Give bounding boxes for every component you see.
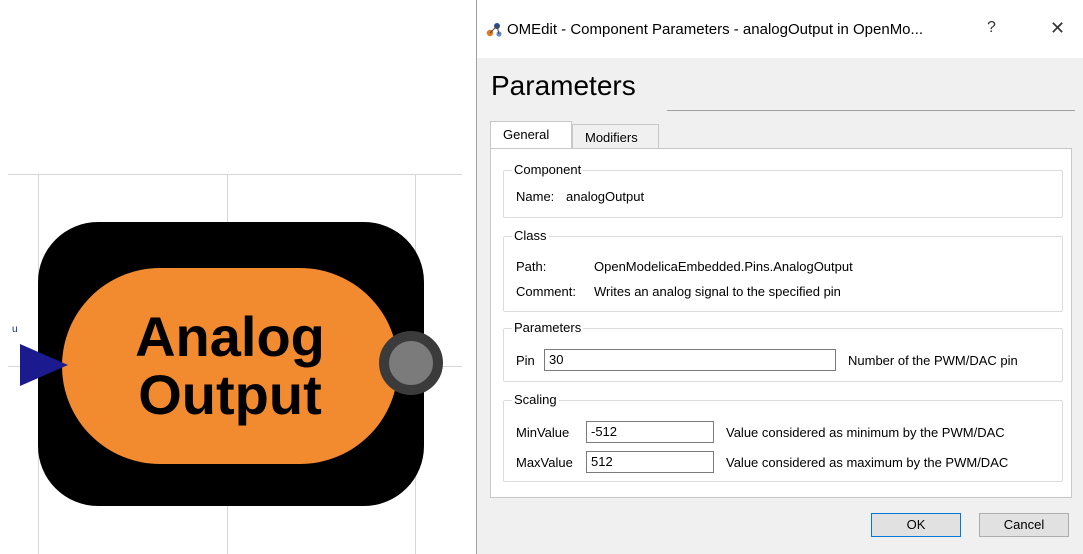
class-group-title: Class — [512, 228, 549, 243]
help-icon[interactable]: ? — [987, 19, 996, 37]
cancel-button[interactable]: Cancel — [979, 513, 1069, 537]
output-port-icon[interactable] — [379, 331, 443, 395]
min-value-label: MinValue — [516, 425, 570, 440]
block-label-line1: Analog — [135, 305, 325, 368]
component-diagram-canvas[interactable]: Analog Output u — [8, 174, 462, 554]
tab-modifiers[interactable]: Modifiers — [572, 124, 659, 150]
input-port-arrow-icon[interactable] — [20, 344, 70, 386]
block-label-line2: Output — [138, 363, 322, 426]
ok-button[interactable]: OK — [871, 513, 961, 537]
openmodelica-app-icon — [486, 23, 502, 37]
class-group: Class Path: OpenModelicaEmbedded.Pins.An… — [503, 228, 1063, 312]
component-parameters-dialog: OMEdit - Component Parameters - analogOu… — [476, 0, 1083, 554]
max-value-description: Value considered as maximum by the PWM/D… — [726, 455, 1009, 470]
heading-divider — [667, 110, 1075, 111]
path-value: OpenModelicaEmbedded.Pins.AnalogOutput — [594, 259, 853, 274]
scaling-group-title: Scaling — [512, 392, 559, 407]
comment-value: Writes an analog signal to the specified… — [594, 284, 841, 299]
scaling-group: Scaling MinValue -512 Value considered a… — [503, 392, 1063, 482]
window-title: OMEdit - Component Parameters - analogOu… — [507, 21, 924, 38]
component-group-title: Component — [512, 162, 584, 177]
general-tab-panel: Component Name: analogOutput Class Path:… — [490, 148, 1072, 498]
tab-general[interactable]: General — [490, 121, 572, 149]
min-value-description: Value considered as minimum by the PWM/D… — [726, 425, 1005, 440]
grid-line — [8, 174, 462, 175]
component-group: Component Name: analogOutput — [503, 162, 1063, 218]
parameters-group-title: Parameters — [512, 320, 584, 335]
pin-description: Number of the PWM/DAC pin — [848, 353, 1018, 368]
parameters-group: Parameters Pin 30 Number of the PWM/DAC … — [503, 320, 1063, 382]
max-value-input[interactable]: 512 — [586, 451, 714, 473]
comment-label: Comment: — [516, 284, 576, 299]
dialog-titlebar[interactable]: OMEdit - Component Parameters - analogOu… — [477, 0, 1083, 58]
pin-input[interactable]: 30 — [544, 349, 836, 371]
name-label: Name: — [516, 189, 555, 204]
pin-label: Pin — [516, 353, 535, 368]
max-value-label: MaxValue — [516, 455, 573, 470]
close-icon[interactable]: ✕ — [1050, 18, 1065, 39]
page-title: Parameters — [491, 70, 636, 101]
min-value-input[interactable]: -512 — [586, 421, 714, 443]
path-label: Path: — [516, 259, 547, 274]
name-value: analogOutput — [566, 189, 645, 204]
input-port-label: u — [12, 324, 18, 335]
analog-output-block-label: Analog Output — [62, 268, 398, 464]
